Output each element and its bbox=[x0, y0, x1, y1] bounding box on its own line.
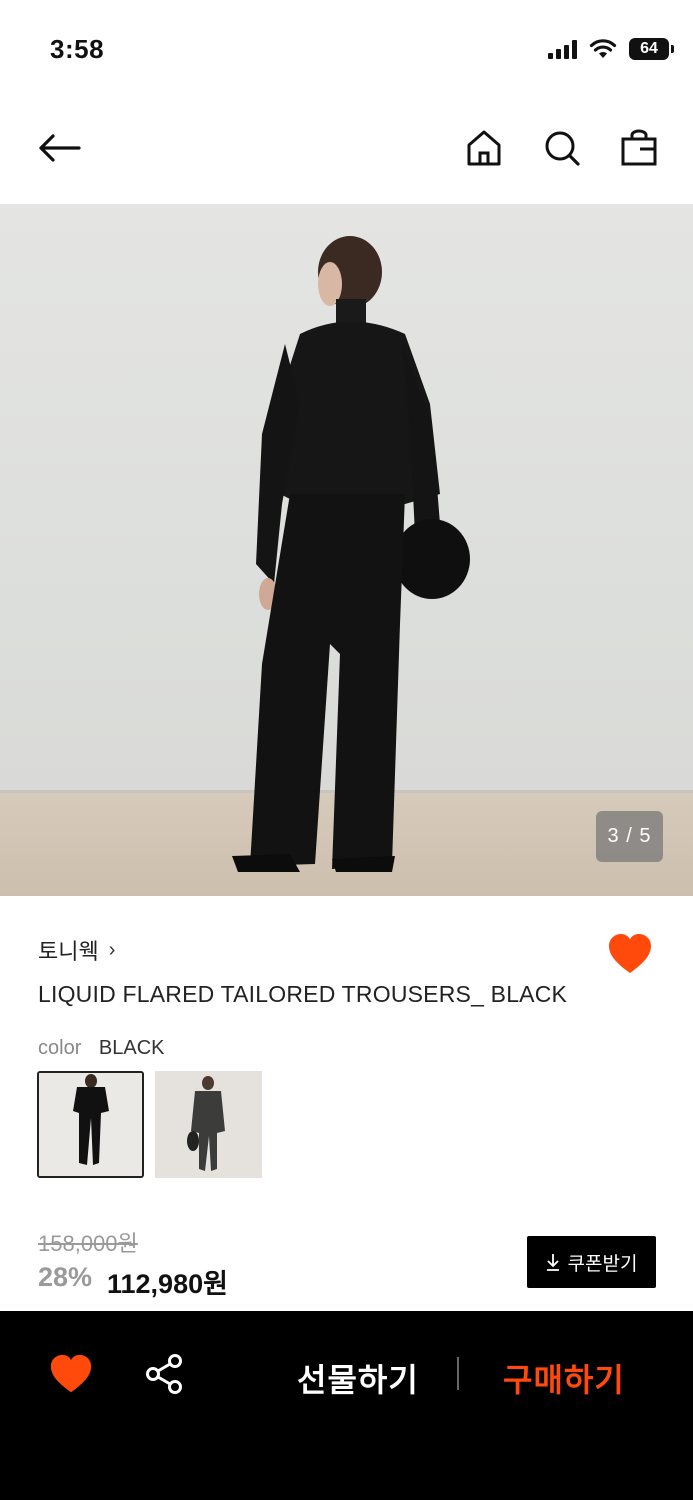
home-button[interactable] bbox=[460, 124, 508, 172]
download-icon bbox=[546, 1254, 559, 1271]
wifi-icon bbox=[589, 39, 617, 58]
swatch-black-thumbnail bbox=[39, 1073, 142, 1176]
status-bar: 3:58 64 bbox=[0, 0, 693, 100]
sale-price: 112,980원 bbox=[107, 1269, 228, 1299]
back-button[interactable] bbox=[35, 124, 83, 172]
original-price: 158,000원 bbox=[38, 1231, 138, 1256]
cart-button[interactable] bbox=[615, 124, 663, 172]
swatch-charcoal-thumbnail bbox=[155, 1071, 262, 1178]
gift-button[interactable]: 선물하기 bbox=[297, 1355, 419, 1401]
chevron-right-icon: › bbox=[108, 938, 116, 961]
buy-button[interactable]: 구매하기 bbox=[503, 1355, 625, 1401]
product-photo bbox=[232, 236, 470, 872]
status-time: 3:58 bbox=[50, 34, 105, 64]
color-value: BLACK bbox=[98, 1037, 165, 1059]
shopping-bag-icon bbox=[621, 129, 657, 166]
product-title: LIQUID FLARED TAILORED TROUSERS_ BLACK bbox=[38, 981, 568, 1007]
search-button[interactable] bbox=[538, 124, 586, 172]
color-swatch-charcoal[interactable] bbox=[155, 1071, 262, 1178]
coupon-label: 쿠폰받기 bbox=[567, 1253, 638, 1275]
heart-icon[interactable] bbox=[48, 1351, 94, 1397]
brand-link[interactable]: 토니웩 › bbox=[38, 934, 115, 966]
coupon-download-button[interactable]: 쿠폰받기 bbox=[527, 1236, 656, 1288]
action-divider bbox=[457, 1357, 459, 1390]
color-option-row: color BLACK bbox=[38, 1037, 165, 1060]
home-icon bbox=[467, 130, 501, 166]
discount-rate: 28% bbox=[38, 1262, 93, 1292]
wishlist-heart-icon[interactable] bbox=[606, 930, 654, 978]
image-page-counter: 3 / 5 bbox=[596, 811, 663, 862]
product-image-gallery[interactable]: 3 / 5 bbox=[0, 204, 693, 896]
battery-icon: 64 bbox=[629, 38, 674, 60]
color-swatch-black[interactable] bbox=[37, 1071, 144, 1178]
brand-name: 토니웩 bbox=[38, 939, 99, 964]
status-icons: 64 bbox=[548, 38, 674, 60]
back-arrow-icon bbox=[39, 134, 81, 162]
color-label: color bbox=[38, 1037, 82, 1059]
top-nav-bar bbox=[0, 100, 693, 204]
search-icon bbox=[545, 131, 580, 166]
share-icon[interactable] bbox=[144, 1353, 186, 1395]
cellular-signal-icon bbox=[548, 39, 577, 59]
bottom-action-bar: 선물하기 구매하기 bbox=[0, 1311, 693, 1500]
